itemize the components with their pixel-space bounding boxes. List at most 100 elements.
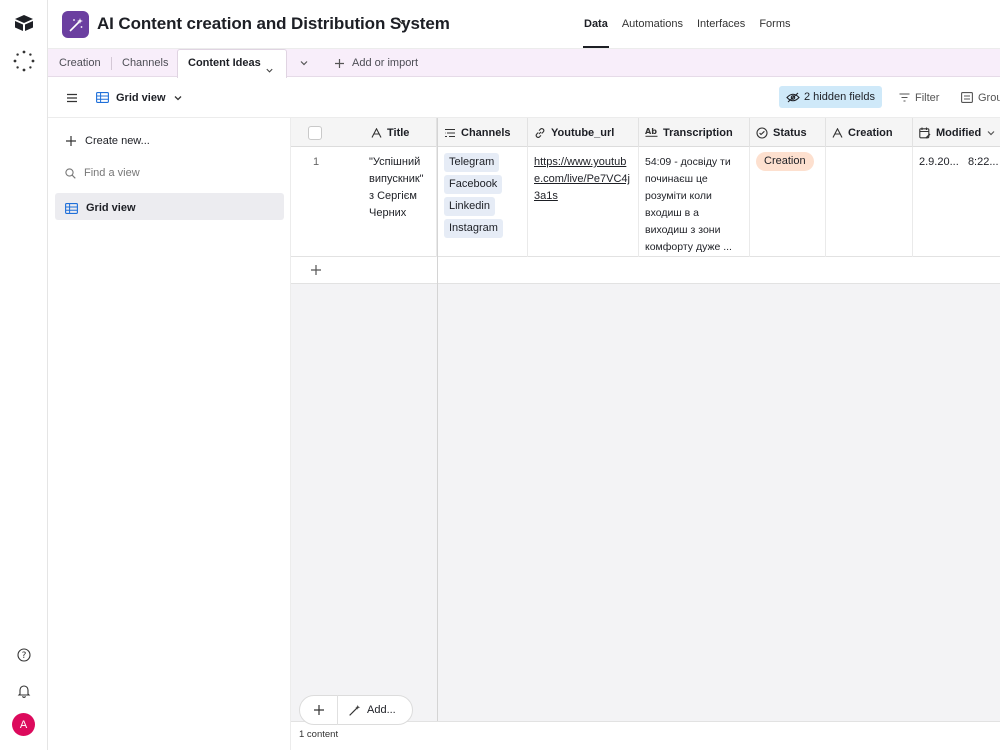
- hamburger-menu-icon[interactable]: [66, 77, 78, 118]
- nav-forms[interactable]: Forms: [759, 18, 790, 30]
- frozen-column-divider[interactable]: [437, 118, 438, 750]
- plus-icon: [311, 265, 321, 275]
- find-view-placeholder: Find a view: [84, 167, 140, 179]
- add-record-pill: Add...: [299, 695, 413, 725]
- find-view-input[interactable]: Find a view: [65, 165, 140, 181]
- column-label: Transcription: [663, 126, 733, 139]
- search-icon: [65, 167, 76, 179]
- tab-divider: [111, 57, 112, 70]
- channel-tag: Facebook: [444, 175, 503, 194]
- chevron-down-icon[interactable]: [397, 16, 407, 30]
- sidebar-item-label: Grid view: [86, 202, 136, 214]
- column-label: Title: [387, 126, 410, 139]
- status-field-icon: [756, 126, 768, 139]
- view-label: Grid view: [116, 91, 166, 104]
- create-new-label: Create new...: [85, 135, 150, 147]
- transcription-value: 54:09 - досвіду ти починаєш це розуміти …: [645, 156, 732, 253]
- hidden-fields-button[interactable]: 2 hidden fields: [779, 86, 882, 108]
- column-header-title[interactable]: Title: [291, 118, 437, 147]
- link-field-icon: [535, 127, 545, 138]
- grid-view-icon: [65, 202, 78, 214]
- channel-tag: Linkedin: [444, 197, 495, 216]
- views-sidebar: Create new... Find a view Grid view: [48, 118, 291, 750]
- channels-cell[interactable]: Telegram Facebook Linkedin Instagram: [438, 147, 528, 257]
- column-label: Channels: [461, 126, 511, 139]
- grid-footer: Add... 1 content: [291, 695, 1000, 750]
- channel-tag: Telegram: [444, 153, 500, 172]
- column-header-modified[interactable]: Modified: [913, 118, 1000, 147]
- add-or-import-button[interactable]: Add or import: [334, 49, 418, 77]
- creation-cell[interactable]: [826, 147, 913, 257]
- user-avatar[interactable]: A: [12, 713, 35, 736]
- svg-text:Ab: Ab: [645, 127, 657, 136]
- filter-button[interactable]: Filter: [899, 77, 939, 118]
- transcription-cell[interactable]: 54:09 - досвіду ти починаєш це розуміти …: [639, 147, 750, 257]
- youtube-url-cell[interactable]: https://www.youtube.com/live/Pe7VC4j3a1s: [528, 147, 639, 257]
- view-toolbar: Grid view 2 hidden fields Filter Group: [48, 77, 1000, 118]
- column-header-transcription[interactable]: Ab Transcription: [639, 118, 750, 147]
- add-label: Add...: [367, 704, 396, 716]
- group-icon: [961, 92, 973, 103]
- status-cell[interactable]: Creation: [750, 147, 826, 257]
- row-number: 1: [313, 156, 320, 168]
- sidebar-item-grid-view[interactable]: Grid view: [65, 200, 136, 216]
- filter-icon: [899, 93, 910, 102]
- grid-header-row: Title Channels Youtube_url Ab Transcript…: [291, 118, 1000, 147]
- chevron-down-icon: [174, 95, 181, 100]
- column-label: Youtube_url: [551, 126, 615, 139]
- add-record-row[interactable]: [291, 257, 1000, 284]
- create-new-view-button[interactable]: Create new...: [65, 133, 150, 149]
- youtube-url-link[interactable]: https://www.youtube.com/live/Pe7VC4j3a1s: [534, 156, 630, 202]
- column-label: Status: [773, 126, 807, 139]
- add-or-import-label: Add or import: [352, 57, 419, 69]
- long-text-field-icon: Ab: [645, 127, 658, 137]
- tab-creation[interactable]: Creation: [59, 49, 101, 77]
- group-label: Group: [978, 91, 1000, 104]
- plus-icon: [313, 705, 324, 715]
- svg-text:?: ?: [22, 651, 27, 661]
- column-header-youtube-url[interactable]: Youtube_url: [528, 118, 639, 147]
- title-cell[interactable]: "Успішний випускник" з Сергієм Черних: [363, 147, 437, 257]
- calendar-edit-icon: [919, 127, 931, 138]
- records-grid: Title Channels Youtube_url Ab Transcript…: [291, 118, 1000, 750]
- hidden-fields-label: 2 hidden fields: [804, 91, 875, 103]
- top-navigation: Data Automations Interfaces Forms: [583, 18, 790, 48]
- magic-wand-icon[interactable]: [62, 11, 89, 38]
- multiselect-field-icon: [445, 128, 455, 137]
- select-all-checkbox[interactable]: [308, 125, 322, 140]
- modified-time: 8:22...: [967, 156, 999, 168]
- nav-interfaces[interactable]: Interfaces: [697, 18, 745, 30]
- tab-channels[interactable]: Channels: [122, 49, 168, 77]
- nav-automations[interactable]: Automations: [622, 18, 683, 30]
- status-badge: Creation: [756, 152, 814, 171]
- channel-tag: Instagram: [444, 219, 503, 238]
- column-header-channels[interactable]: Channels: [438, 118, 528, 147]
- base-header: AI Content creation and Distribution Sys…: [48, 0, 1000, 49]
- notifications-bell-icon[interactable]: [12, 679, 36, 703]
- nav-data[interactable]: Data: [583, 18, 609, 48]
- add-record-button[interactable]: [300, 695, 338, 725]
- plus-icon: [335, 58, 344, 68]
- add-with-ai-button[interactable]: Add...: [338, 704, 396, 717]
- tab-content-ideas[interactable]: Content Ideas: [177, 49, 287, 78]
- record-count: 1 content: [299, 729, 339, 740]
- view-switcher-button[interactable]: Grid view: [96, 77, 183, 118]
- column-label: Modified: [936, 126, 982, 139]
- magic-wand-icon: [349, 704, 361, 716]
- table-row[interactable]: 1 "Успішний випускник" з Сергієм Черних …: [291, 147, 1000, 257]
- modified-cell[interactable]: 2.9.20... 8:22...: [913, 147, 1000, 257]
- column-header-status[interactable]: Status: [750, 118, 826, 147]
- modified-date: 2.9.20...: [919, 156, 959, 168]
- tab-content-ideas-label: Content Ideas: [188, 57, 261, 69]
- all-tables-chevron-icon[interactable]: [299, 49, 309, 77]
- group-button[interactable]: Group: [961, 77, 1000, 118]
- text-field-icon: [371, 127, 382, 138]
- title-value: "Успішний випускник" з Сергієм Черних: [369, 156, 424, 219]
- grid-view-icon: [96, 92, 109, 103]
- airtable-logo-icon[interactable]: [12, 11, 36, 35]
- column-label: Creation: [848, 126, 893, 139]
- help-icon[interactable]: ?: [12, 643, 36, 667]
- omni-ai-icon[interactable]: [12, 49, 36, 73]
- left-rail: ? A: [0, 0, 48, 750]
- column-header-creation[interactable]: Creation: [826, 118, 913, 147]
